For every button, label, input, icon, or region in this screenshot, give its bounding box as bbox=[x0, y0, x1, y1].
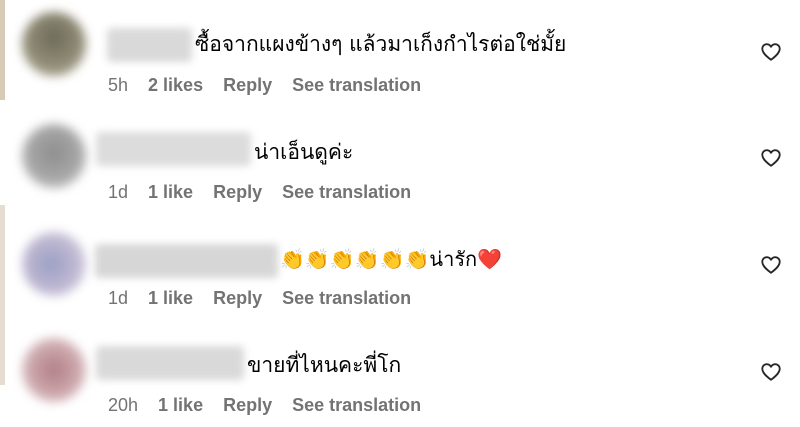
reply-button[interactable]: Reply bbox=[213, 181, 262, 203]
username-blurred[interactable] bbox=[96, 132, 251, 166]
comment-item: ขายที่ไหนคะพี่โก 20h 1 like Reply See tr… bbox=[0, 320, 800, 427]
heart-outline-icon[interactable] bbox=[760, 254, 782, 276]
see-translation-button[interactable]: See translation bbox=[282, 181, 411, 203]
comment-item: ซื้อจากแผงข้างๆ แล้วมาเก็งกำไรต่อใช่มั้ย… bbox=[0, 0, 800, 107]
comment-timestamp[interactable]: 1d bbox=[108, 287, 128, 309]
heart-outline-icon[interactable] bbox=[760, 41, 782, 63]
username-blurred[interactable] bbox=[107, 28, 192, 62]
username-blurred[interactable] bbox=[95, 244, 278, 278]
reply-button[interactable]: Reply bbox=[213, 287, 262, 309]
likes-count[interactable]: 1 like bbox=[148, 287, 193, 309]
avatar[interactable] bbox=[22, 338, 86, 402]
username-blurred[interactable] bbox=[96, 346, 244, 380]
comment-timestamp[interactable]: 1d bbox=[108, 181, 128, 203]
see-translation-button[interactable]: See translation bbox=[292, 394, 421, 416]
comment-meta: 5h 2 likes Reply See translation bbox=[108, 74, 421, 96]
comment-meta: 20h 1 like Reply See translation bbox=[108, 394, 421, 416]
comment-item: น่าเอ็นดูค่ะ 1d 1 like Reply See transla… bbox=[0, 107, 800, 214]
reply-button[interactable]: Reply bbox=[223, 394, 272, 416]
avatar[interactable] bbox=[22, 232, 86, 296]
reply-button[interactable]: Reply bbox=[223, 74, 272, 96]
avatar[interactable] bbox=[22, 12, 86, 76]
comment-meta: 1d 1 like Reply See translation bbox=[108, 181, 411, 203]
comment-item: 👏👏👏👏👏👏น่ารัก❤️ 1d 1 like Reply See trans… bbox=[0, 214, 800, 321]
avatar[interactable] bbox=[22, 124, 86, 188]
comment-text: ขายที่ไหนคะพี่โก bbox=[247, 353, 402, 377]
comment-timestamp[interactable]: 20h bbox=[108, 394, 138, 416]
see-translation-button[interactable]: See translation bbox=[292, 74, 421, 96]
heart-outline-icon[interactable] bbox=[760, 147, 782, 169]
heart-outline-icon[interactable] bbox=[760, 361, 782, 383]
comment-meta: 1d 1 like Reply See translation bbox=[108, 287, 411, 309]
likes-count[interactable]: 2 likes bbox=[148, 74, 203, 96]
comment-text: ซื้อจากแผงข้างๆ แล้วมาเก็งกำไรต่อใช่มั้ย bbox=[195, 32, 567, 56]
likes-count[interactable]: 1 like bbox=[148, 181, 193, 203]
comment-timestamp[interactable]: 5h bbox=[108, 74, 128, 96]
comment-text: 👏👏👏👏👏👏น่ารัก❤️ bbox=[280, 247, 503, 271]
comment-text: น่าเอ็นดูค่ะ bbox=[254, 140, 354, 164]
likes-count[interactable]: 1 like bbox=[158, 394, 203, 416]
see-translation-button[interactable]: See translation bbox=[282, 287, 411, 309]
